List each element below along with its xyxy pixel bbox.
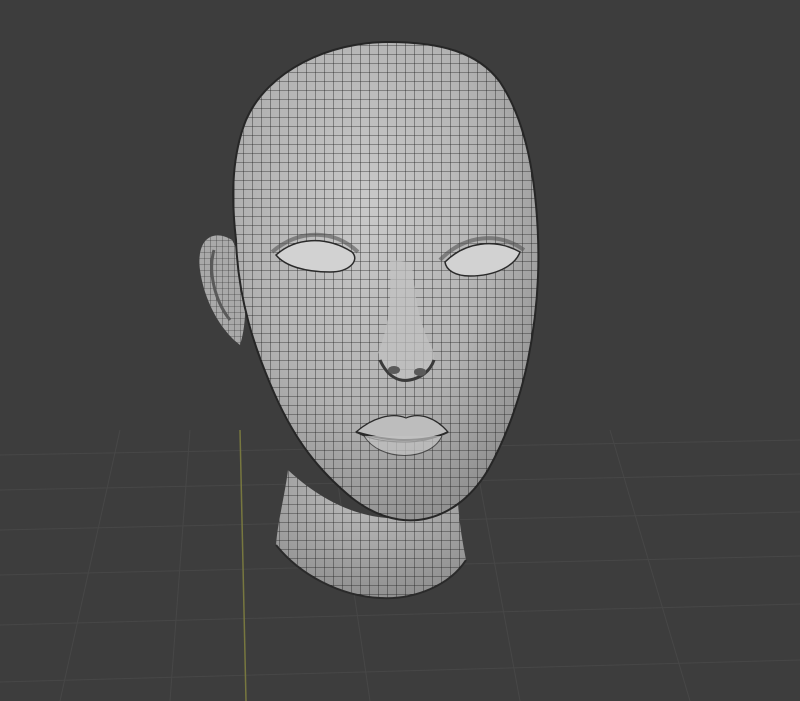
head-mesh[interactable] xyxy=(220,30,550,530)
viewport-canvas[interactable] xyxy=(0,0,800,701)
y-axis-line xyxy=(239,429,247,701)
3d-viewport[interactable] xyxy=(0,0,800,701)
